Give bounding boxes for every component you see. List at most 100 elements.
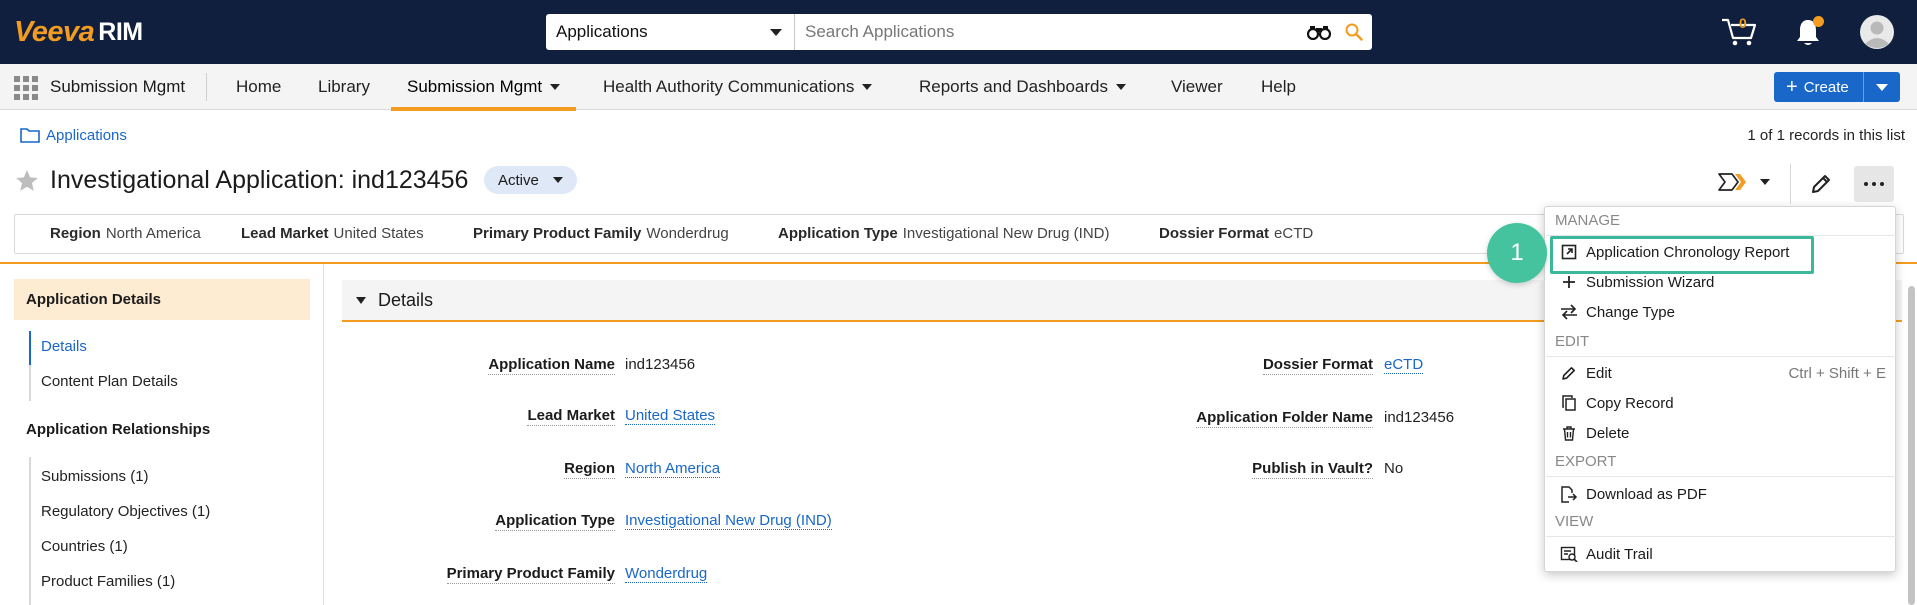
menu-divider [1546, 476, 1896, 477]
field-label-region: Region [564, 460, 615, 479]
field-label-application-folder-name: Application Folder Name [1196, 409, 1373, 428]
ellipsis-dot [1864, 182, 1868, 186]
field-value-application-type[interactable]: Investigational New Drug (IND) [625, 512, 832, 530]
chevron-down-icon [552, 177, 563, 183]
chevron-down-icon [770, 28, 782, 36]
nav-health-authority-communications[interactable]: Health Authority Communications [587, 64, 888, 110]
create-options-button[interactable] [1863, 72, 1900, 102]
binoculars-icon[interactable] [1302, 14, 1336, 50]
nav-viewer[interactable]: Viewer [1155, 64, 1239, 110]
current-app-name[interactable]: Submission Mgmt [50, 64, 185, 110]
left-nav-item-content-plan-details[interactable]: Content Plan Details [41, 373, 178, 390]
field-value-application-name: ind123456 [625, 356, 696, 373]
pencil-icon [1812, 175, 1830, 193]
step-number-badge: 1 [1487, 223, 1547, 283]
avatar[interactable] [1857, 12, 1897, 52]
favorite-star-icon[interactable] [14, 168, 40, 198]
left-nav-section-application-details[interactable]: Application Details [14, 279, 310, 320]
plus-icon [1558, 274, 1580, 290]
nav-divider [206, 73, 207, 101]
summary-region: Region North America [50, 225, 201, 242]
menu-section-edit: EDIT [1555, 333, 1590, 350]
more-actions-button[interactable] [1854, 166, 1894, 202]
ellipsis-dot [1872, 182, 1876, 186]
left-nav-rail [29, 457, 31, 605]
menu-item-delete[interactable]: Delete [1546, 418, 1896, 448]
records-count: 1 of 1 records in this list [1747, 127, 1905, 144]
nav-library[interactable]: Library [302, 64, 386, 110]
copy-icon [1558, 395, 1580, 411]
global-search: Applications [546, 14, 1372, 50]
menu-item-edit[interactable]: Edit Ctrl + Shift + E [1546, 358, 1896, 388]
workflow-chevrons-icon [1718, 173, 1746, 191]
chevron-down-icon [550, 84, 561, 90]
chevron-down-icon [1116, 84, 1127, 90]
menu-item-change-type[interactable]: Change Type [1546, 297, 1896, 327]
field-value-lead-market[interactable]: United States [625, 407, 716, 425]
app-launcher-icon[interactable] [14, 76, 38, 100]
folder-icon [20, 128, 40, 143]
top-bar: Veeva RIM Applications 0 [0, 0, 1917, 64]
field-value-dossier-format[interactable]: eCTD [1384, 356, 1424, 374]
left-nav-item-product-families[interactable]: Product Families (1) [41, 573, 175, 590]
details-section-title: Details [378, 289, 434, 310]
search-scope-select[interactable]: Applications [546, 14, 795, 50]
menu-section-view: VIEW [1555, 513, 1594, 530]
create-button[interactable]: + Create [1774, 72, 1863, 102]
create-button-group: + Create [1774, 72, 1900, 102]
ellipsis-dot [1880, 182, 1884, 186]
field-value-application-folder-name: ind123456 [1384, 409, 1455, 426]
main-nav: Submission Mgmt Home Library Submission … [0, 64, 1917, 111]
plus-icon: + [1786, 76, 1798, 98]
status-label: Active [498, 171, 539, 189]
edit-record-button[interactable] [1803, 166, 1839, 202]
menu-section-export: EXPORT [1555, 453, 1617, 470]
search-input[interactable] [795, 14, 1302, 50]
logo-secondary: RIM [98, 17, 143, 46]
edit-shortcut: Ctrl + Shift + E [1788, 364, 1886, 382]
field-label-application-name: Application Name [488, 356, 615, 375]
left-nav-section-application-relationships[interactable]: Application Relationships [26, 421, 210, 438]
summary-primary-product-family: Primary Product Family Wonderdrug [473, 225, 729, 242]
nav-home[interactable]: Home [220, 64, 297, 110]
chevron-down-icon [1876, 83, 1888, 91]
nav-reports-and-dashboards[interactable]: Reports and Dashboards [903, 64, 1142, 110]
trash-icon [1558, 425, 1580, 441]
collapse-triangle-icon [356, 296, 366, 304]
left-nav-item-regulatory-objectives[interactable]: Regulatory Objectives (1) [41, 503, 210, 520]
veeva-rim-logo[interactable]: Veeva RIM [14, 14, 143, 50]
download-pdf-icon [1558, 485, 1580, 503]
summary-lead-market: Lead Market United States [241, 225, 424, 242]
menu-item-audit-trail[interactable]: Audit Trail [1546, 539, 1896, 569]
field-label-publish-in-vault: Publish in Vault? [1252, 460, 1373, 479]
menu-item-submission-wizard[interactable]: Submission Wizard [1546, 267, 1896, 297]
field-value-primary-product-family[interactable]: Wonderdrug [625, 565, 708, 583]
breadcrumb[interactable]: Applications [20, 124, 127, 146]
menu-item-download-as-pdf[interactable]: Download as PDF [1546, 479, 1896, 509]
field-value-region[interactable]: North America [625, 460, 721, 478]
lifecycle-actions-button[interactable] [1718, 172, 1770, 192]
search-icon[interactable] [1336, 14, 1372, 50]
search-scope-value: Applications [556, 22, 648, 41]
field-label-dossier-format: Dossier Format [1262, 356, 1373, 375]
chevron-down-icon [1760, 179, 1770, 185]
chevron-down-icon [862, 84, 873, 90]
page-title: Investigational Application: ind123456 [50, 166, 469, 194]
nav-submission-mgmt[interactable]: Submission Mgmt [391, 64, 577, 111]
cart-count-badge: 0 [1739, 15, 1747, 31]
menu-item-copy-record[interactable]: Copy Record [1546, 388, 1896, 418]
menu-divider [1546, 536, 1896, 537]
breadcrumb-link[interactable]: Applications [46, 127, 127, 144]
cart-icon[interactable]: 0 [1718, 12, 1760, 52]
page-scrollbar-thumb[interactable] [1908, 286, 1915, 605]
field-label-primary-product-family: Primary Product Family [446, 565, 615, 584]
menu-item-application-chronology-report[interactable]: Application Chronology Report [1546, 237, 1896, 267]
bell-icon[interactable] [1790, 12, 1826, 52]
nav-help[interactable]: Help [1245, 64, 1312, 110]
menu-section-manage: MANAGE [1555, 212, 1621, 229]
left-nav-item-countries[interactable]: Countries (1) [41, 538, 128, 555]
status-badge[interactable]: Active [484, 166, 577, 194]
left-nav-item-details[interactable]: Details [41, 338, 87, 355]
create-label: Create [1803, 78, 1849, 96]
left-nav-item-submissions[interactable]: Submissions (1) [41, 468, 149, 485]
